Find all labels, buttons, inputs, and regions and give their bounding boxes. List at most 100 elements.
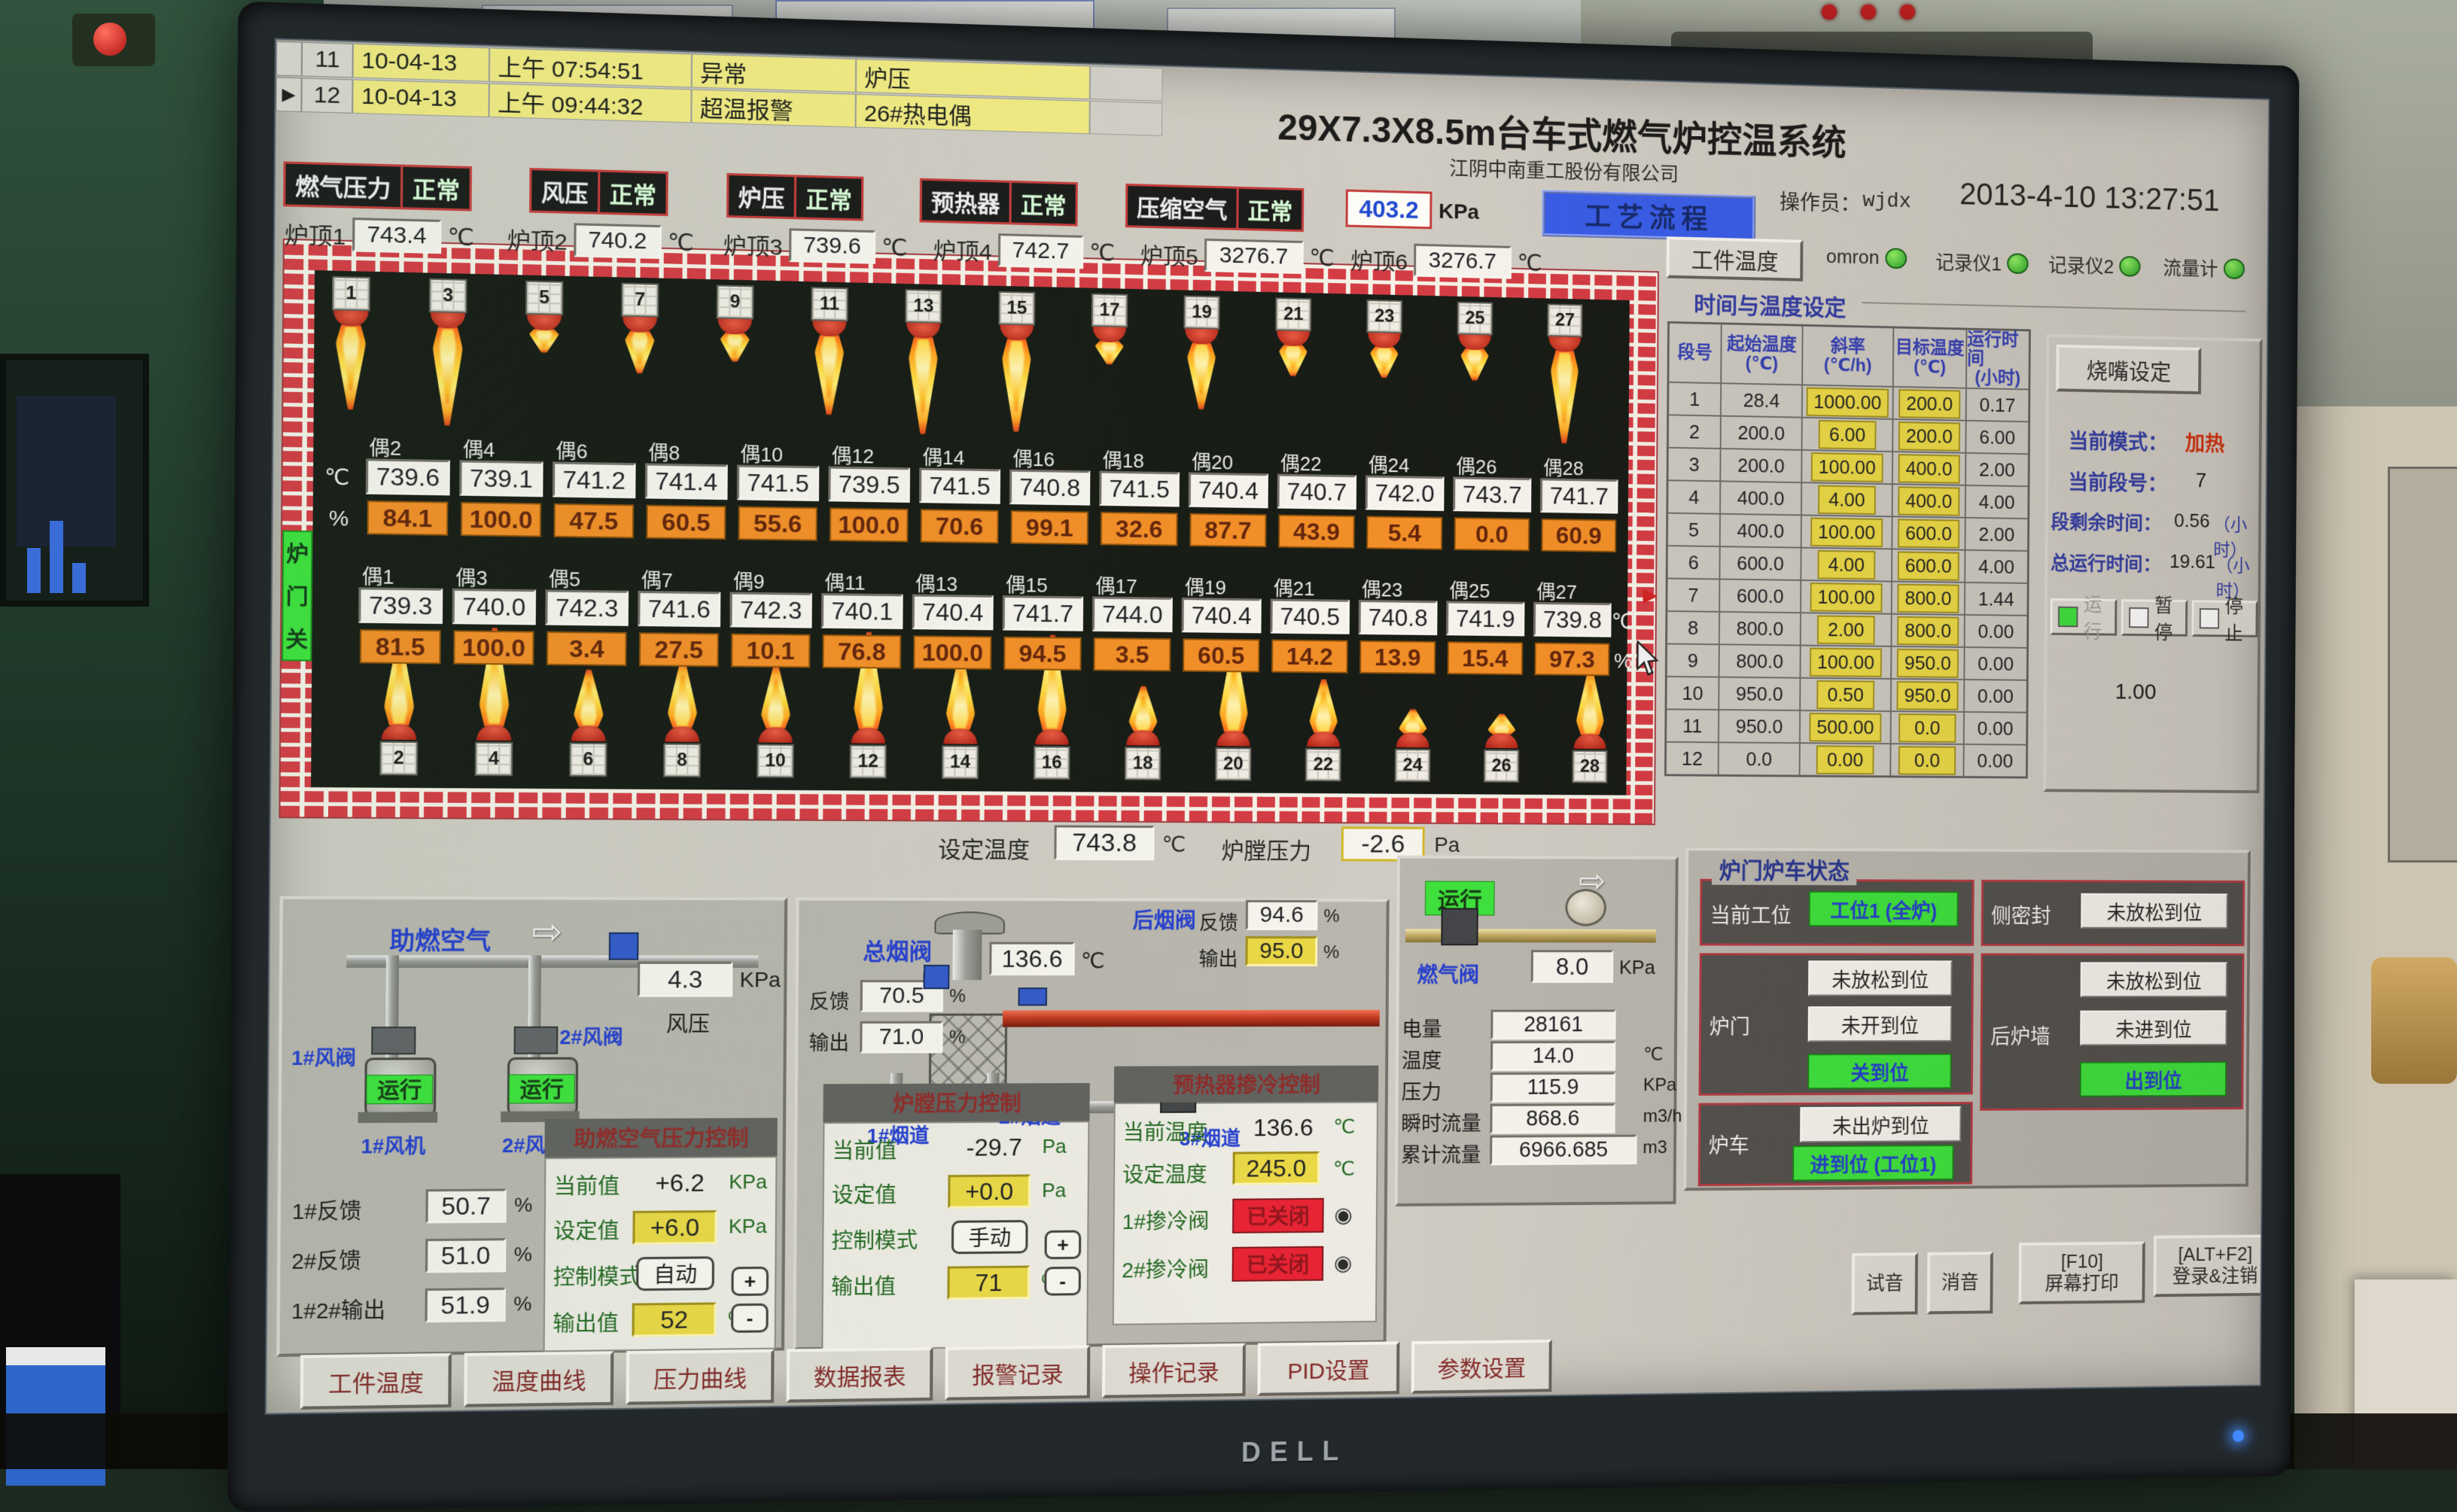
profile-target-value[interactable]: 950.0 (1897, 648, 1958, 677)
profile-target-value[interactable]: 200.0 (1899, 388, 1960, 418)
main-flue-valve-label: 总烟阀 (863, 932, 932, 966)
burner-flame-core (1582, 683, 1598, 734)
bottom-menu-button[interactable]: 报警记录 (945, 1345, 1090, 1400)
burner-stop-button[interactable]: 停止 (2191, 600, 2258, 637)
profile-target-value[interactable]: 0.0 (1898, 746, 1956, 775)
preheater-valve2-state[interactable]: 已关闭 (1232, 1246, 1324, 1282)
rear-flue-valve-label: 后烟阀 (1132, 904, 1196, 934)
bottom-menu-button[interactable]: 温度曲线 (464, 1351, 613, 1407)
thermocouple-output: 3.5 (1094, 637, 1171, 671)
preheater-set-value[interactable]: 245.0 (1232, 1151, 1320, 1185)
profile-seg-cell: 11 (1666, 709, 1719, 742)
profile-header-cell: 段号 (1669, 323, 1722, 383)
workpiece-temp-button[interactable]: 工件温度 (1667, 236, 1804, 281)
preheater-valve1-state[interactable]: 已关闭 (1232, 1198, 1324, 1234)
profile-runtime-cell: 4.00 (1965, 550, 2028, 583)
profile-target-value[interactable]: 200.0 (1898, 421, 1959, 452)
system-button[interactable]: [ALT+F2] 登录&注销 (2154, 1234, 2270, 1297)
air-control-row-value[interactable]: 52 (632, 1302, 716, 1337)
profile-rate-value[interactable]: 4.00 (1818, 485, 1876, 515)
profile-rate-value[interactable]: 2.00 (1817, 615, 1875, 644)
thermocouple-label: 偶10 (740, 439, 783, 468)
thermocouple-label: 偶13 (915, 568, 958, 597)
burner-flame-core (821, 336, 837, 397)
profile-rate-value[interactable]: 100.00 (1811, 452, 1883, 482)
bottom-menu-button[interactable]: 操作记录 (1102, 1343, 1246, 1398)
bottom-menu-button[interactable]: PID设置 (1257, 1341, 1399, 1395)
burner-number-plate: 17 (1091, 294, 1128, 327)
rear-fb-value: 94.6 (1246, 900, 1318, 930)
flue-out-unit: % (949, 1027, 966, 1048)
profile-target-value[interactable]: 600.0 (1898, 519, 1959, 548)
profile-target-value[interactable]: 800.0 (1898, 583, 1959, 613)
bottom-menu-button[interactable]: 工件温度 (300, 1353, 452, 1410)
burner-number-plate: 11 (811, 287, 848, 321)
furnace-top-value: 3276.7 (1204, 239, 1304, 274)
gas-row-label: 瞬时流量 (1401, 1107, 1481, 1136)
profile-rate-value[interactable]: 0.00 (1816, 745, 1874, 774)
profile-rate-value[interactable]: 0.50 (1816, 680, 1874, 709)
system-button[interactable]: 试音 (1852, 1252, 1918, 1315)
gas-row-unit: KPa (1643, 1075, 1676, 1096)
profile-rate-value[interactable]: 100.00 (1810, 647, 1882, 677)
bottom-menu-button[interactable]: 数据报表 (787, 1347, 933, 1403)
thermocouple-output: 27.5 (639, 632, 719, 667)
chamber-control-mode-button[interactable]: 手动 (951, 1220, 1028, 1254)
profile-target-value[interactable]: 400.0 (1898, 486, 1959, 516)
air-control-row-value[interactable]: +6.0 (632, 1210, 717, 1245)
device-indicator: 流量计 (2163, 254, 2245, 283)
bottom-menu-button[interactable]: 压力曲线 (626, 1349, 775, 1405)
profile-rate-value[interactable]: 100.00 (1810, 583, 1883, 613)
fan-base-icon (358, 1112, 438, 1123)
profile-rate-value[interactable]: 6.00 (1819, 420, 1877, 450)
air-control-decrease-button[interactable]: - (731, 1304, 769, 1333)
burner-run-button[interactable]: 运行 (2050, 598, 2117, 636)
chamber-control-row-value: -29.7 (952, 1130, 1037, 1164)
air-control-mode-button[interactable]: 自动 (636, 1256, 714, 1291)
profile-rate-value[interactable]: 1000.00 (1807, 387, 1889, 417)
gas-row-unit: m3/h (1643, 1106, 1682, 1127)
bottom-menu-button[interactable]: 参数设置 (1411, 1340, 1552, 1394)
temp-unit: ℃ (1309, 245, 1335, 272)
thermocouple-label: 偶11 (824, 567, 866, 596)
thermocouple-label: 偶2 (369, 432, 401, 461)
monitor: 29X7.3X8.5m台车式燃气炉控温系统 江阴中南重工股份有限公司 操作员： … (227, 2, 2300, 1512)
profile-rate-value[interactable]: 500.00 (1810, 713, 1882, 742)
hdr-main: 目标温度 (1895, 338, 1965, 358)
burner-flame-core (536, 329, 553, 348)
profile-target-value[interactable]: 600.0 (1898, 551, 1959, 580)
burner-number-plate: 22 (1305, 748, 1341, 781)
operator-label: 操作员： (1780, 186, 1861, 218)
chamber-control-row-value[interactable]: 71 (947, 1265, 1030, 1300)
burner-flame-core (1466, 349, 1482, 374)
burner-number-plate: 13 (905, 289, 942, 324)
profile-rate-cell: 0.00 (1800, 743, 1891, 776)
air-control-increase-button[interactable]: + (731, 1267, 769, 1296)
burner-settings-button[interactable]: 烧嘴设定 (2056, 345, 2201, 394)
system-button[interactable]: 消音 (1927, 1252, 1993, 1314)
profile-rate-value[interactable]: 4.00 (1817, 549, 1875, 579)
system-button[interactable]: [F10] 屏幕打印 (2018, 1242, 2145, 1305)
chamber-control-decrease-button[interactable]: - (1044, 1267, 1081, 1296)
burner-pause-button[interactable]: 暂停 (2121, 599, 2188, 637)
profile-target-value[interactable]: 0.0 (1898, 713, 1956, 743)
air-feedback-value: 51.0 (425, 1238, 506, 1273)
status-indicator: 风压正常 (529, 168, 668, 216)
gas-row-unit: ℃ (1643, 1044, 1663, 1066)
misc-value: 1.00 (2115, 680, 2157, 705)
furnace-top-temp: 炉顶2740.2℃ (507, 221, 694, 260)
thermocouple-output: 94.5 (1003, 637, 1081, 671)
thermocouple-temp: 741.2 (553, 461, 636, 498)
profile-target-value[interactable]: 800.0 (1898, 616, 1959, 645)
gas-row-value: 6966.685 (1490, 1135, 1637, 1166)
process-flow-button[interactable]: 工艺流程 (1542, 190, 1755, 242)
chamber-control-increase-button[interactable]: + (1045, 1230, 1082, 1259)
profile-target-value[interactable]: 950.0 (1897, 680, 1958, 710)
setpoint-value: 743.8 (1054, 825, 1154, 860)
thermocouple-output: 76.8 (823, 634, 902, 669)
door-state-inactive: 未进到位 (2080, 1010, 2227, 1045)
profile-target-value[interactable]: 400.0 (1898, 454, 1959, 484)
chamber-control-row-value[interactable]: +0.0 (948, 1174, 1031, 1208)
profile-rate-value[interactable]: 100.00 (1810, 517, 1883, 547)
gas-pressure-value: 8.0 (1531, 950, 1614, 983)
